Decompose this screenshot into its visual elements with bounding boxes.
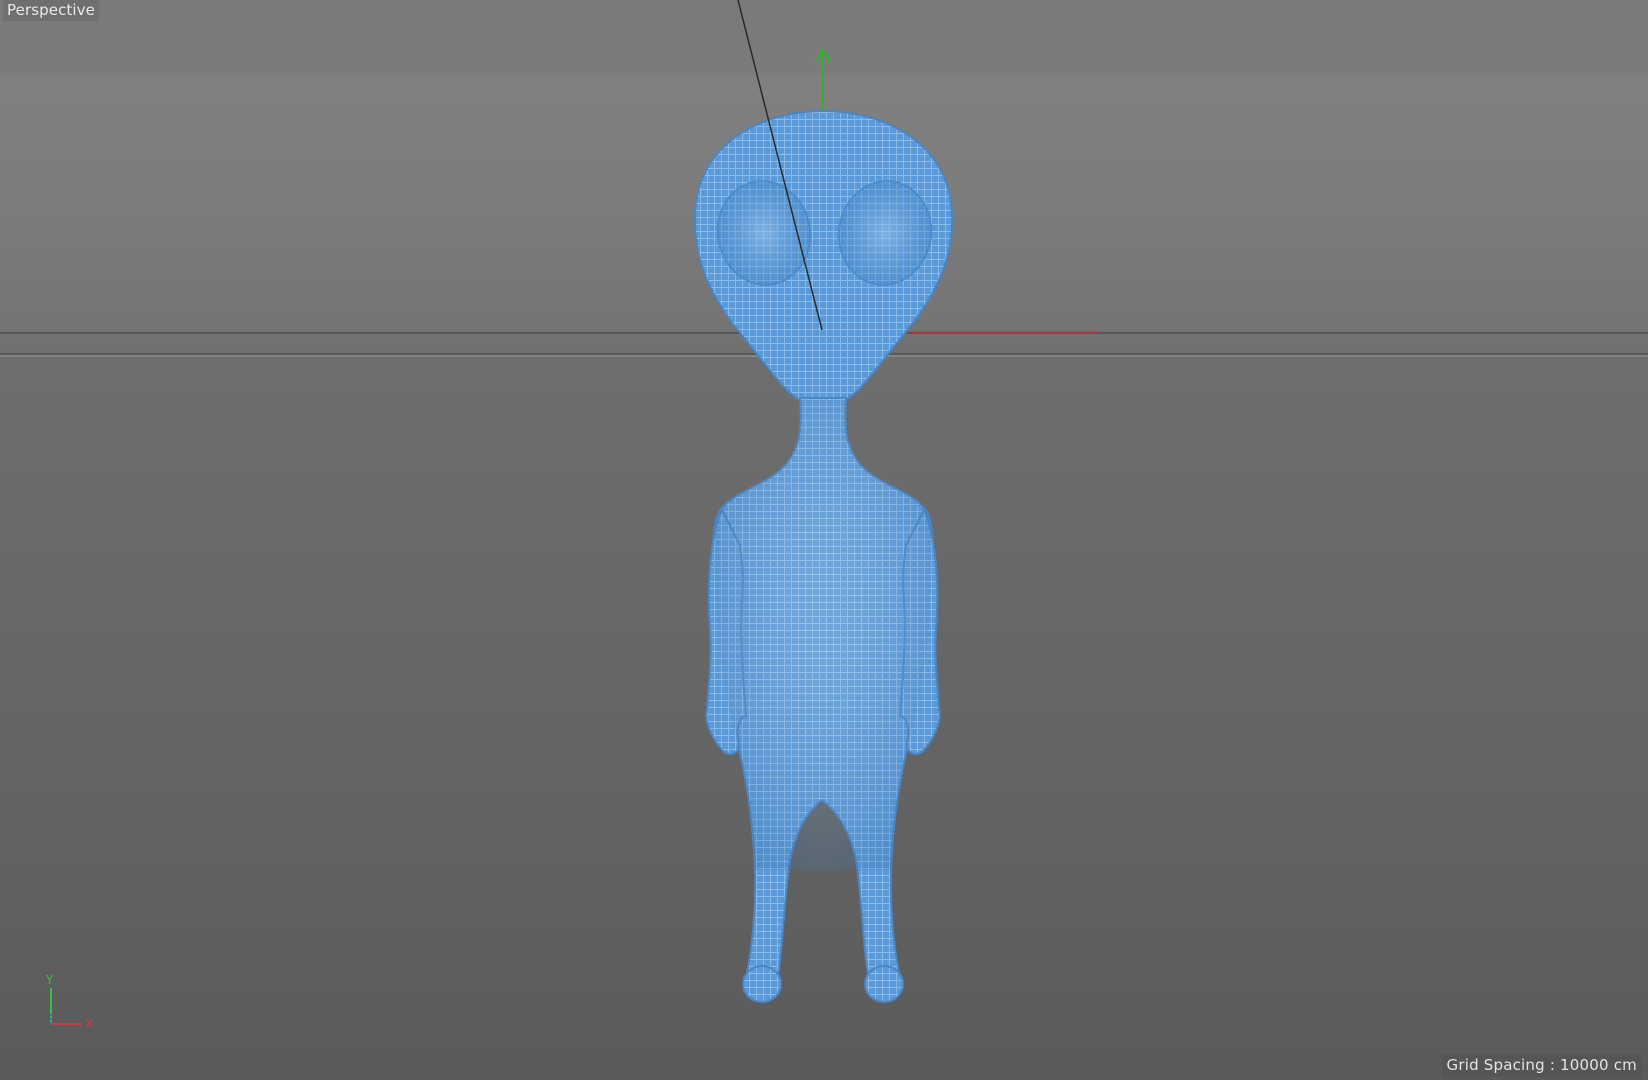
view-name-label[interactable]: Perspective bbox=[3, 0, 99, 21]
grid-spacing-label: Grid Spacing : 10000 cm bbox=[1441, 1054, 1642, 1077]
perspective-viewport[interactable]: Perspective Y X Grid Spacing : 10000 cm bbox=[0, 0, 1648, 1080]
axis-gizmo: Y X bbox=[40, 974, 100, 1032]
world-y-axis-arrow bbox=[814, 48, 832, 110]
gizmo-y-label: Y bbox=[46, 973, 54, 987]
viewport-scene[interactable] bbox=[0, 0, 1648, 1080]
alien-wireframe-model bbox=[693, 109, 954, 1003]
gizmo-x-label: X bbox=[85, 1017, 94, 1031]
alien-right-foot bbox=[864, 965, 904, 1003]
alien-left-foot bbox=[742, 965, 782, 1003]
